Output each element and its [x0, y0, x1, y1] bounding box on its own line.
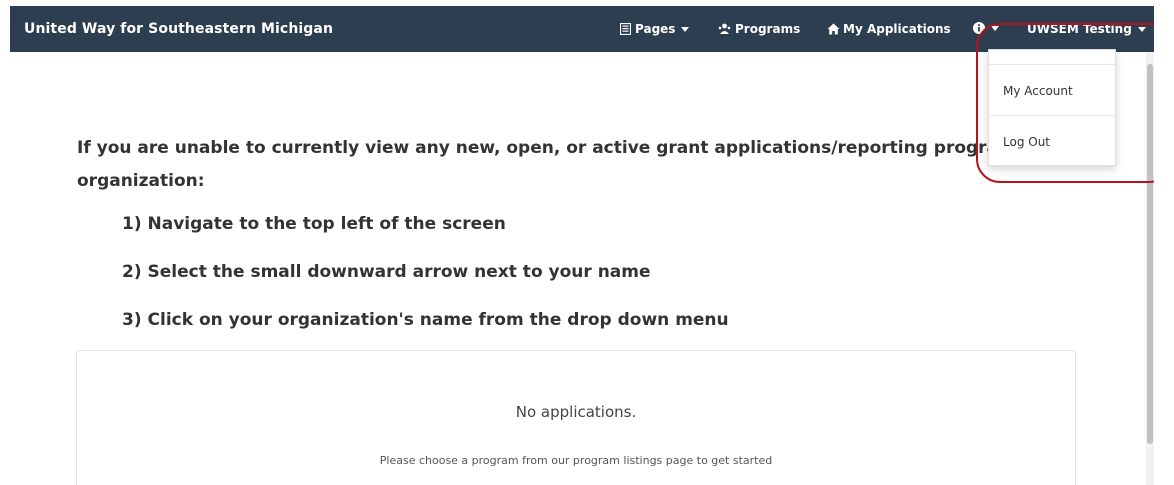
nav-my-applications[interactable]: My Applications	[827, 22, 951, 36]
chevron-down-icon	[681, 26, 690, 32]
page-scrollbar[interactable]	[1146, 52, 1154, 485]
chevron-down-icon	[1137, 26, 1146, 32]
instruction-step: 2) Select the small downward arrow next …	[122, 262, 651, 282]
nav-programs[interactable]: Programs	[718, 22, 800, 36]
user-name-label: UWSEM Testing	[1027, 22, 1132, 36]
nav-my-applications-label: My Applications	[843, 22, 951, 36]
info-icon	[973, 22, 985, 34]
user-dropdown-menu: My Account Log Out	[988, 49, 1116, 166]
menu-divider	[989, 64, 1115, 65]
empty-state-subtitle: Please choose a program from our program…	[379, 454, 773, 467]
home-icon	[827, 23, 840, 35]
people-icon	[718, 23, 731, 35]
document-icon	[620, 23, 631, 35]
instruction-step: 1) Navigate to the top left of the scree…	[122, 214, 506, 234]
user-menu-toggle[interactable]: UWSEM Testing	[1027, 22, 1146, 36]
brand-link[interactable]: United Way for Southeastern Michigan	[24, 21, 333, 37]
applications-panel: No applications. Please choose a program…	[76, 350, 1076, 485]
scrollbar-thumb[interactable]	[1147, 64, 1153, 444]
empty-state-title: No applications.	[515, 403, 637, 421]
nav-pages[interactable]: Pages	[620, 22, 690, 36]
menu-divider	[989, 115, 1115, 116]
menu-item-log-out[interactable]: Log Out	[1003, 135, 1050, 149]
instruction-step: 3) Click on your organization's name fro…	[122, 310, 729, 330]
top-navbar: United Way for Southeastern Michigan Pag…	[10, 6, 1154, 52]
nav-help[interactable]	[973, 22, 999, 34]
menu-item-my-account[interactable]: My Account	[1003, 84, 1073, 98]
nav-programs-label: Programs	[735, 22, 801, 36]
chevron-down-icon	[991, 25, 999, 31]
nav-pages-label: Pages	[635, 22, 676, 36]
app-window: United Way for Southeastern Michigan Pag…	[10, 6, 1154, 485]
